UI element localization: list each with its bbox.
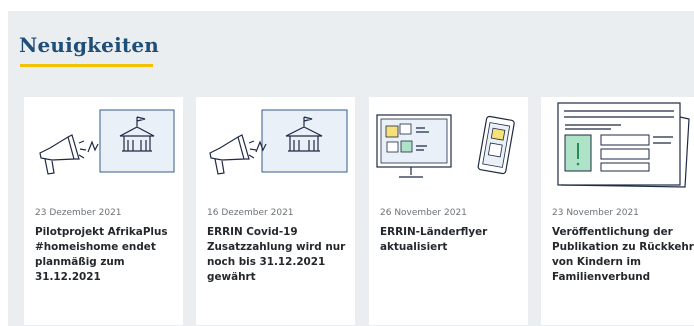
section-title: Neuigkeiten — [19, 33, 160, 57]
megaphone-building-icon — [209, 109, 348, 175]
news-date: 16 Dezember 2021 — [207, 208, 294, 218]
monitor-tablet-icon — [376, 114, 515, 178]
news-card[interactable]: 16 Dezember 2021 ERRIN Covid-19 Zusatzza… — [196, 97, 355, 325]
news-headline[interactable]: ERRIN-Länderflyer aktualisiert — [380, 225, 525, 255]
news-card[interactable]: 23 Dezember 2021 Pilotprojekt AfrikaPlus… — [24, 97, 183, 325]
news-date: 26 November 2021 — [380, 208, 467, 218]
news-headline[interactable]: ERRIN Covid-19 Zusatzzahlung wird nur no… — [207, 225, 352, 285]
news-date: 23 November 2021 — [552, 208, 639, 218]
news-headline[interactable]: Veröffentlichung der Publikation zu Rück… — [552, 225, 694, 285]
news-date: 23 Dezember 2021 — [35, 208, 122, 218]
newspaper-icon — [557, 102, 690, 188]
title-underline — [20, 64, 153, 67]
news-card[interactable]: 26 November 2021 ERRIN-Länderflyer aktua… — [369, 97, 528, 325]
news-section: Neuigkeiten 23 Dezember 2021 Pilotprojek… — [8, 11, 694, 326]
news-headline[interactable]: Pilotprojekt AfrikaPlus #homeishome ende… — [35, 225, 180, 285]
megaphone-building-icon — [39, 109, 175, 175]
news-card[interactable]: 23 November 2021 Veröffentlichung der Pu… — [541, 97, 694, 325]
